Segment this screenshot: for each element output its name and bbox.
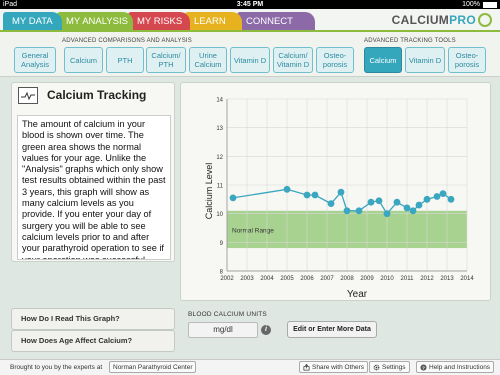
line-chart-icon (18, 87, 38, 104)
vitamin-d-tracking-button[interactable]: Vitamin D (405, 47, 445, 73)
x-tick-label: 2012 (420, 276, 434, 282)
x-tick-label: 2008 (340, 276, 354, 282)
x-tick-label: 2002 (220, 276, 234, 282)
advanced-tracking-label: ADVANCED TRACKING TOOLS (364, 38, 456, 44)
x-tick-label: 2010 (380, 276, 394, 282)
calcium-data-point (303, 191, 311, 199)
calcium-data-point (283, 185, 291, 193)
description-text: The amount of calcium in your blood is s… (17, 115, 171, 260)
x-tick-label: 2003 (240, 276, 254, 282)
calcium-data-point (355, 207, 363, 215)
edit-data-button[interactable]: Edit or Enter More Data (287, 321, 377, 338)
help-icon: ? (420, 364, 427, 371)
tab-my-data[interactable]: MY DATA (3, 12, 62, 31)
x-axis-label: Year (347, 289, 368, 300)
settings-button[interactable]: Settings (369, 361, 410, 373)
info-icon[interactable]: i (261, 325, 271, 335)
calcium-vitamin-d-button[interactable]: Calcium/ Vitamin D (273, 47, 313, 73)
footer-credit: Brought to you by the experts at (10, 364, 103, 371)
status-bar: iPad 3:45 PM 100% (0, 0, 500, 9)
parathyroid-center-link[interactable]: Norman Parathyroid Center (109, 361, 197, 373)
calcium-data-point (337, 188, 345, 196)
y-axis-label: Calcium Level (204, 163, 214, 220)
battery-percent: 100% (462, 1, 480, 8)
tab-my-analysis[interactable]: MY ANALYSIS (57, 12, 133, 31)
y-tick-label: 13 (216, 126, 223, 132)
calcium-data-point (375, 197, 383, 205)
calcium-analysis-button[interactable]: Calcium (64, 47, 103, 73)
y-tick-label: 12 (216, 155, 223, 161)
logo-ring-icon (478, 13, 492, 27)
x-tick-label: 2005 (280, 276, 294, 282)
calcium-data-point (403, 204, 411, 212)
osteoporosis-tracking-button[interactable]: Osteo- porosis (448, 47, 486, 73)
calciumpro-logo: CALCIUMPRO (392, 13, 492, 27)
units-select[interactable]: mg/dl (188, 322, 258, 338)
x-tick-label: 2006 (300, 276, 314, 282)
calcium-data-point (229, 194, 237, 202)
x-tick-label: 2014 (460, 276, 474, 282)
calcium-data-point (433, 193, 441, 200)
y-tick-label: 9 (220, 241, 224, 247)
calcium-data-point (367, 198, 375, 206)
x-tick-label: 2011 (401, 276, 415, 282)
analysis-toolbar: ADVANCED COMPARISONS AND ANALYSIS ADVANC… (0, 32, 500, 77)
help-label: Help and Instructions (429, 364, 491, 371)
status-time: 3:45 PM (236, 1, 264, 8)
svg-text:?: ? (422, 365, 425, 371)
y-tick-label: 10 (216, 212, 223, 218)
calcium-data-point (311, 191, 319, 199)
normal-range-label: Normal Range (232, 227, 274, 234)
main-nav: CONNECT LEARN MY RISKS MY ANALYSIS MY DA… (0, 9, 500, 32)
gear-icon (373, 364, 380, 371)
advanced-comparisons-label: ADVANCED COMPARISONS AND ANALYSIS (62, 38, 192, 44)
general-analysis-button[interactable]: General Analysis (14, 47, 56, 73)
calcium-data-point (447, 195, 455, 203)
x-tick-label: 2007 (320, 276, 334, 282)
calcium-data-point (415, 201, 423, 209)
settings-label: Settings (382, 364, 406, 371)
units-label: BLOOD CALCIUM UNITS (188, 311, 267, 318)
share-label: Share with Others (312, 364, 365, 371)
x-tick-label: 2009 (360, 276, 374, 282)
panel-title: Calcium Tracking (47, 88, 147, 102)
y-tick-label: 11 (217, 184, 224, 190)
calcium-data-point (327, 200, 335, 208)
calcium-pth-button[interactable]: Calcium/ PTH (146, 47, 186, 73)
calcium-data-point (423, 195, 431, 203)
battery-icon (483, 2, 497, 8)
x-tick-label: 2013 (440, 276, 454, 282)
calcium-data-point (343, 207, 351, 215)
pth-button[interactable]: PTH (106, 47, 144, 73)
info-panel-header: Calcium Tracking (12, 83, 176, 109)
logo-text: CALCIUM (391, 13, 450, 27)
calcium-chart: Normal Range 8 9 10 11 12 13 14 2002 2003 2004 2005… (204, 98, 474, 301)
y-tick-label: 8 (220, 270, 224, 276)
calcium-chart-panel: Normal Range 8 9 10 11 12 13 14 2002 2003 2004 2005… (180, 82, 491, 301)
tab-connect[interactable]: CONNECT (237, 12, 315, 31)
calcium-tracking-button[interactable]: Calcium (364, 47, 402, 73)
calcium-data-point (409, 207, 417, 215)
calcium-data-point (393, 198, 401, 206)
age-affect-calcium-button[interactable]: How Does Age Affect Calcium? (11, 330, 175, 352)
calcium-data-point (383, 210, 391, 218)
tab-learn[interactable]: LEARN (185, 12, 242, 31)
urine-calcium-button[interactable]: Urine Calcium (189, 47, 227, 73)
vitamin-d-analysis-button[interactable]: Vitamin D (230, 47, 270, 73)
tab-my-risks[interactable]: MY RISKS (128, 12, 190, 31)
info-panel: Calcium Tracking The amount of calcium i… (11, 82, 175, 262)
y-tick-label: 14 (216, 98, 223, 104)
logo-accent: PRO (449, 13, 476, 27)
x-tick-label: 2004 (260, 276, 274, 282)
osteoporosis-analysis-button[interactable]: Osteo- porosis (316, 47, 354, 73)
help-button[interactable]: ? Help and Instructions (416, 361, 495, 373)
how-to-read-graph-button[interactable]: How Do I Read This Graph? (11, 308, 175, 330)
footer: Brought to you by the experts at Norman … (0, 359, 500, 375)
description-scroll[interactable]: The amount of calcium in your blood is s… (17, 115, 181, 260)
share-icon (303, 364, 310, 371)
calcium-data-point (439, 190, 447, 197)
share-button[interactable]: Share with Others (299, 361, 369, 373)
